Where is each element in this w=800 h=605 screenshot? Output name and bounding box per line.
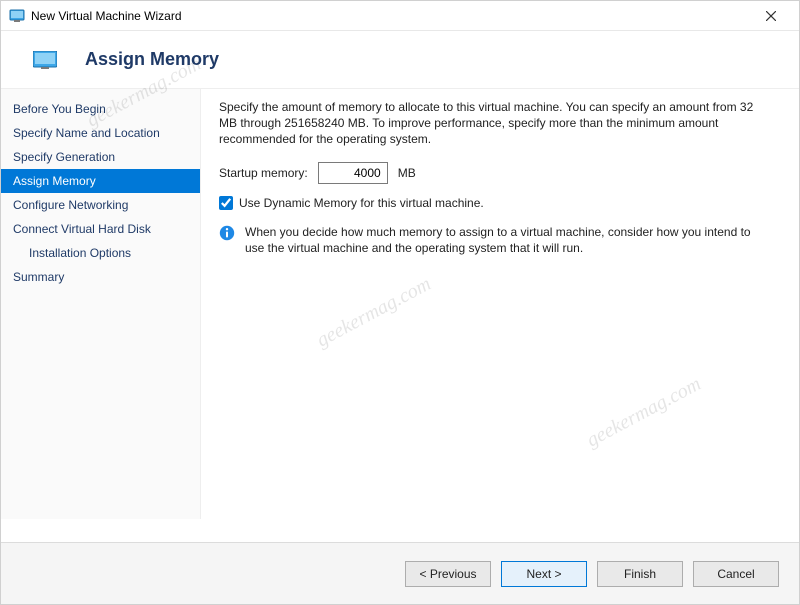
wizard-main: Specify the amount of memory to allocate… (201, 89, 799, 519)
startup-memory-row: Startup memory: MB (219, 162, 773, 184)
close-button[interactable] (751, 2, 791, 30)
info-row: When you decide how much memory to assig… (219, 224, 773, 256)
dynamic-memory-checkbox[interactable] (219, 196, 233, 210)
wizard-header-icon (33, 51, 57, 69)
wizard-body: Before You BeginSpecify Name and Locatio… (1, 88, 799, 519)
info-text: When you decide how much memory to assig… (245, 224, 773, 256)
app-icon (9, 8, 25, 24)
sidebar-step-1[interactable]: Specify Name and Location (1, 121, 200, 145)
wizard-footer: < Previous Next > Finish Cancel (1, 542, 799, 604)
title-bar: New Virtual Machine Wizard (1, 1, 799, 31)
info-icon (219, 225, 235, 241)
wizard-steps-sidebar: Before You BeginSpecify Name and Locatio… (1, 89, 201, 519)
dynamic-memory-row: Use Dynamic Memory for this virtual mach… (219, 196, 773, 210)
finish-button[interactable]: Finish (597, 561, 683, 587)
startup-memory-unit: MB (398, 166, 416, 180)
dynamic-memory-label[interactable]: Use Dynamic Memory for this virtual mach… (239, 196, 484, 210)
cancel-button[interactable]: Cancel (693, 561, 779, 587)
sidebar-step-6[interactable]: Installation Options (1, 241, 200, 265)
next-button[interactable]: Next > (501, 561, 587, 587)
page-title: Assign Memory (85, 49, 219, 70)
startup-memory-label: Startup memory: (219, 166, 308, 180)
sidebar-step-2[interactable]: Specify Generation (1, 145, 200, 169)
sidebar-step-5[interactable]: Connect Virtual Hard Disk (1, 217, 200, 241)
sidebar-step-7[interactable]: Summary (1, 265, 200, 289)
sidebar-step-0[interactable]: Before You Begin (1, 97, 200, 121)
memory-description: Specify the amount of memory to allocate… (219, 99, 773, 148)
startup-memory-input[interactable] (318, 162, 388, 184)
previous-button[interactable]: < Previous (405, 561, 491, 587)
sidebar-step-4[interactable]: Configure Networking (1, 193, 200, 217)
wizard-header: Assign Memory (1, 31, 799, 88)
close-icon (766, 11, 776, 21)
window-title: New Virtual Machine Wizard (31, 9, 182, 23)
sidebar-step-3[interactable]: Assign Memory (1, 169, 200, 193)
